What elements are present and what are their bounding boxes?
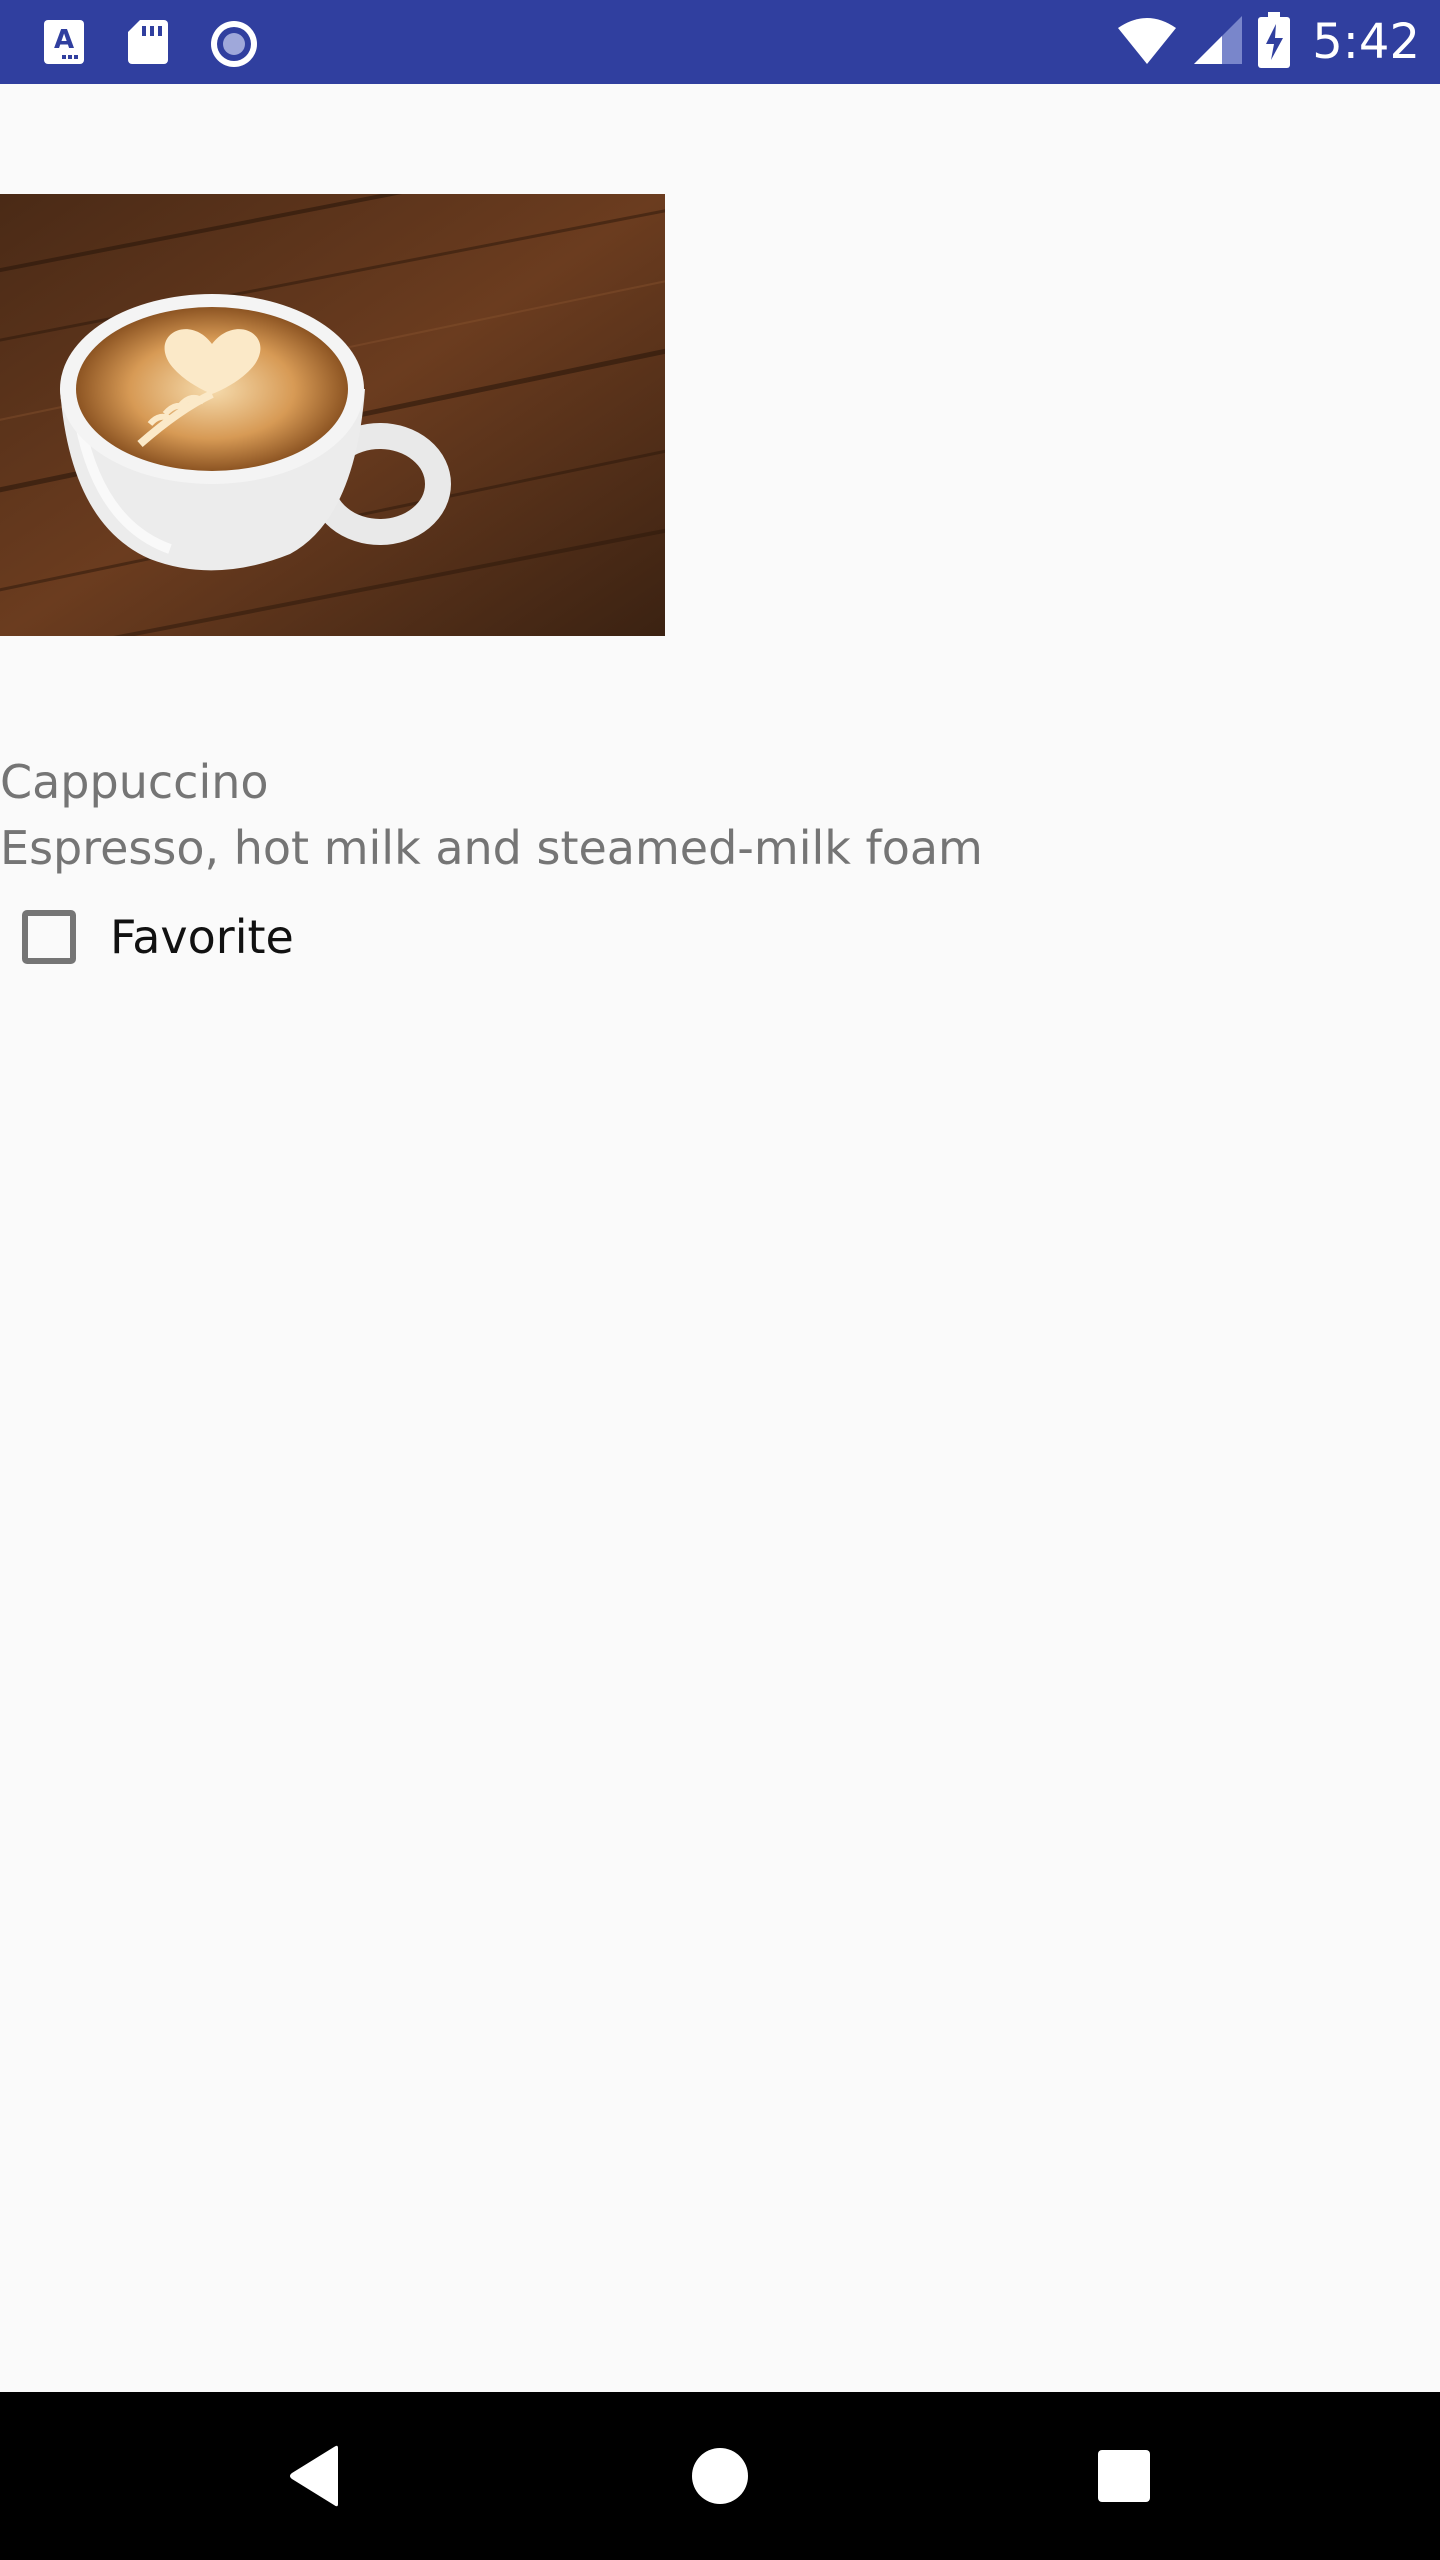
coffee-name: Cappuccino xyxy=(0,755,269,809)
favorite-label[interactable]: Favorite xyxy=(110,907,294,967)
record-icon xyxy=(208,18,257,67)
cell-signal-icon xyxy=(1192,14,1244,70)
back-button[interactable] xyxy=(266,2426,366,2526)
recents-icon xyxy=(1098,2450,1150,2502)
status-left-icons: A xyxy=(40,18,292,67)
sd-card-icon xyxy=(124,18,172,66)
back-icon xyxy=(290,2445,338,2507)
favorite-checkbox[interactable]: Favorite xyxy=(22,902,294,972)
content-area: Cappuccino Espresso, hot milk and steame… xyxy=(0,84,1440,2392)
checkbox-unchecked-icon[interactable] xyxy=(22,910,76,964)
recents-button[interactable] xyxy=(1074,2426,1174,2526)
cappuccino-photo xyxy=(0,194,665,636)
navigation-bar xyxy=(0,2392,1440,2560)
battery-charging-icon xyxy=(1258,12,1291,72)
status-clock: 5:42 xyxy=(1312,14,1420,70)
coffee-image xyxy=(0,194,665,636)
wifi-icon xyxy=(1116,14,1178,70)
status-bar: A 5:42 xyxy=(0,0,1440,84)
home-button[interactable] xyxy=(670,2426,770,2526)
svg-text:A: A xyxy=(54,25,74,55)
status-right-icons: 5:42 xyxy=(1102,10,1420,74)
font-notification-icon: A xyxy=(40,18,88,66)
coffee-description: Espresso, hot milk and steamed-milk foam xyxy=(0,821,983,875)
detail-screen: A 5:42 Cappuccino Espresso, hot milk and… xyxy=(0,0,1440,2560)
home-icon xyxy=(692,2448,748,2504)
